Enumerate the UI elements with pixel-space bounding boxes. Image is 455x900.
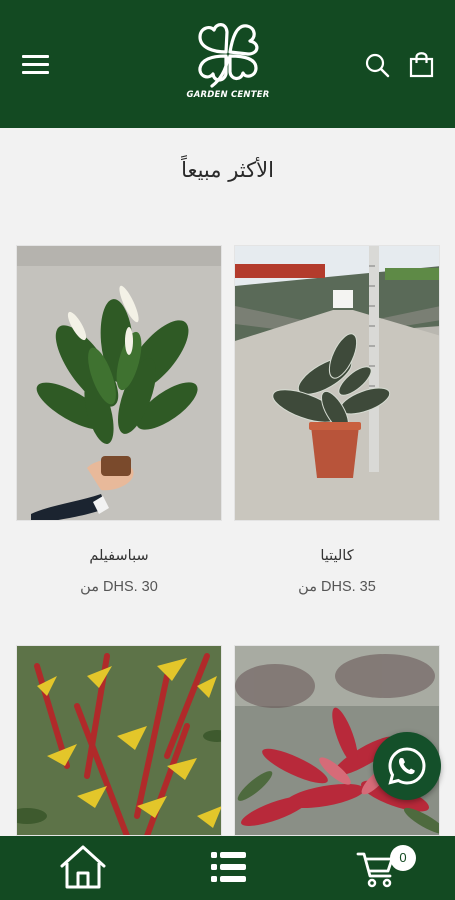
list-icon: [211, 852, 246, 882]
nav-home[interactable]: [58, 844, 108, 892]
section-title: الأكثر مبيعاً: [181, 158, 274, 182]
logo-text: GARDEN CENTER: [186, 90, 270, 100]
search-icon: [365, 53, 390, 78]
product-image[interactable]: [16, 245, 222, 521]
shopping-bag-button[interactable]: [408, 50, 436, 78]
cart-count-badge: 0: [390, 845, 416, 871]
shopping-bag-icon: [409, 52, 434, 78]
cart-icon: [356, 852, 394, 888]
home-icon: [60, 845, 106, 889]
hamburger-icon: [22, 55, 49, 58]
product-image[interactable]: [234, 245, 440, 521]
app-header: GARDEN CENTER: [0, 0, 455, 128]
product-price: DHS. 35 من: [298, 579, 376, 595]
product-image[interactable]: [16, 645, 222, 836]
nav-cart[interactable]: [356, 844, 396, 892]
product-name[interactable]: سباسفيلم: [16, 548, 222, 564]
product-name[interactable]: كاليتيا: [234, 548, 440, 564]
product-price: DHS. 30 من: [80, 579, 158, 595]
clover-logo-icon: [198, 23, 259, 88]
whatsapp-icon: [388, 747, 426, 785]
menu-button[interactable]: [22, 52, 50, 76]
search-button[interactable]: [364, 52, 390, 78]
bottom-navigation: [0, 836, 455, 900]
garden-center-logo[interactable]: GARDEN CENTER: [186, 18, 270, 106]
nav-categories[interactable]: [210, 844, 248, 892]
whatsapp-button[interactable]: [373, 732, 441, 800]
